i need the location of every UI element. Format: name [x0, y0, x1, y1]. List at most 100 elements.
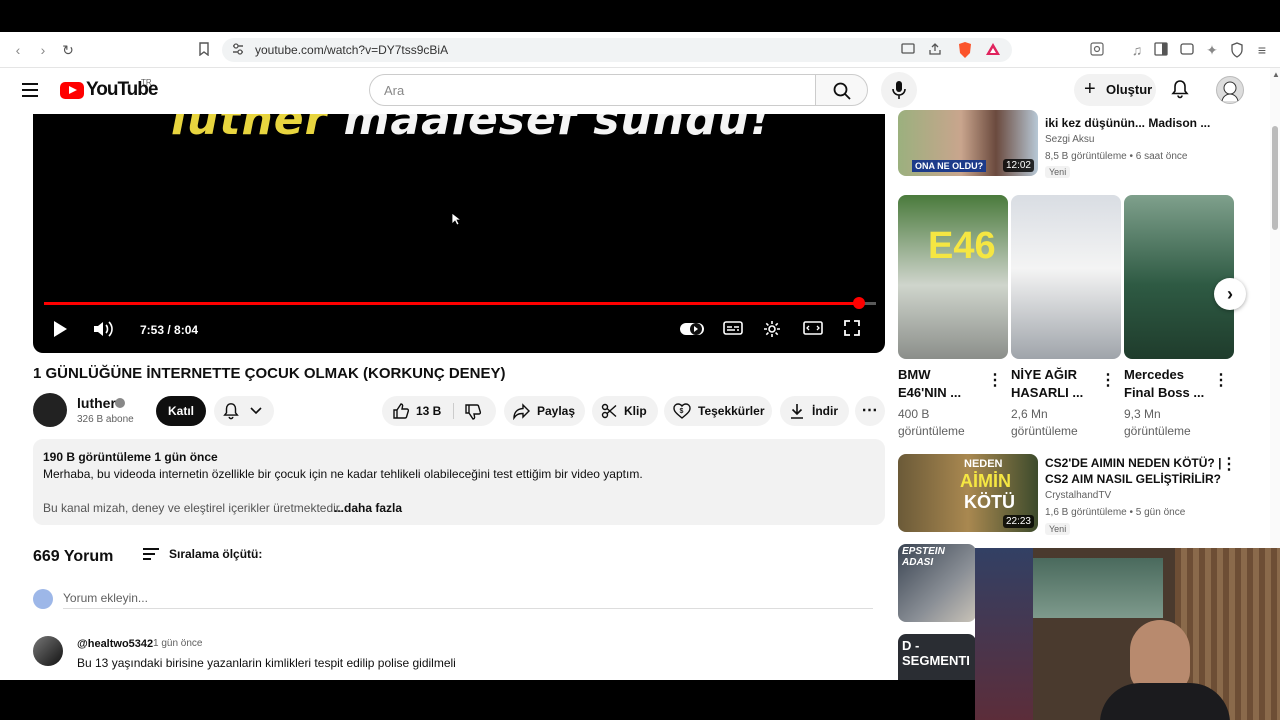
brave-rewards-icon[interactable]	[985, 42, 1001, 58]
add-comment-input[interactable]: Yorum ekleyin...	[63, 591, 148, 605]
reload-icon[interactable]: ↻	[60, 42, 76, 58]
short-views-1a: 400 B	[898, 407, 930, 421]
site-settings-icon[interactable]	[230, 42, 246, 58]
browser-toolbar: ‹ › ↻ youtube.com/watch?v=DY7tss9cBiA ♫ …	[0, 32, 1280, 68]
voice-search-button[interactable]	[881, 72, 917, 108]
new-badge: Yeni	[1045, 166, 1071, 178]
thumbnail-text-3: KÖTÜ	[964, 492, 1015, 512]
comment-avatar[interactable]	[33, 636, 63, 666]
chevron-down-icon	[250, 407, 262, 415]
download-label: İndir	[812, 404, 838, 418]
search-input[interactable]: Ara	[369, 74, 816, 106]
share-icon[interactable]	[927, 42, 943, 58]
comment-time[interactable]: 1 gün önce	[153, 638, 203, 649]
vpn-icon[interactable]	[1229, 42, 1245, 58]
short-thumbnail-2[interactable]	[1011, 195, 1121, 359]
channel-name[interactable]: luther	[77, 395, 116, 411]
short-views-2b: görüntüleme	[1011, 424, 1078, 438]
thanks-button[interactable]: $ Teşekkürler	[664, 396, 772, 426]
channel-avatar[interactable]	[33, 393, 67, 427]
description-box[interactable]: 190 B görüntüleme 1 gün önce Merhaba, bu…	[33, 439, 885, 525]
tab-search-icon[interactable]	[1089, 42, 1105, 58]
sort-icon[interactable]	[143, 548, 159, 562]
clip-label: Klip	[624, 404, 647, 418]
short-title-3a[interactable]: Mercedes	[1124, 366, 1220, 384]
mouse-cursor-icon	[451, 212, 461, 226]
bookmark-icon[interactable]	[196, 42, 212, 58]
short-title-1a[interactable]: BMW	[898, 366, 994, 384]
clip-button[interactable]: Klip	[592, 396, 658, 426]
video-thumbnail-4[interactable]: D - SEGMENTI	[898, 634, 976, 680]
video-thumbnail-2[interactable]: NEDEN AİMİN KÖTÜ 22:23	[898, 454, 1038, 532]
thumbnail-caption: D - SEGMENTI	[902, 638, 970, 668]
video-time: 7:53 / 8:04	[140, 323, 199, 337]
leo-icon[interactable]: ✦	[1204, 42, 1220, 58]
address-bar[interactable]: youtube.com/watch?v=DY7tss9cBiA	[222, 38, 1012, 62]
short-views-3a: 9,3 Mn	[1124, 407, 1161, 421]
back-icon[interactable]: ‹	[10, 42, 26, 58]
video-thumbnail-3[interactable]: EPSTEIN ADASI	[898, 544, 976, 622]
create-button[interactable]: + Oluştur	[1074, 74, 1156, 106]
dislike-icon[interactable]	[464, 403, 482, 421]
video-player[interactable]: luther maalesef sundu! 7:53 / 8:04	[33, 114, 885, 353]
shelf-next-button[interactable]: ›	[1214, 278, 1246, 310]
more-horizontal-icon: ⋯	[861, 402, 879, 419]
menu-icon[interactable]: ≡	[1254, 42, 1270, 58]
scroll-up-arrow-icon[interactable]: ▲	[1272, 70, 1280, 79]
search-button[interactable]	[815, 74, 868, 106]
comment-username[interactable]: @healtwo5342	[77, 638, 153, 650]
create-label: Oluştur	[1106, 82, 1153, 97]
more-vertical-icon[interactable]: ⋮	[1213, 370, 1229, 390]
progress-scrubber[interactable]	[853, 297, 866, 309]
autoplay-toggle-icon[interactable]	[679, 321, 705, 337]
share-button[interactable]: Paylaş	[504, 396, 585, 426]
channel-name-1[interactable]: Sezgi Aksu	[1045, 133, 1094, 147]
svg-text:$: $	[680, 408, 684, 415]
microphone-icon	[892, 81, 906, 99]
notifications-bell-icon[interactable]	[1170, 79, 1190, 99]
show-more-link[interactable]: ...daha fazla	[334, 501, 402, 515]
short-title-3b[interactable]: Final Boss ...	[1124, 384, 1220, 402]
more-vertical-icon[interactable]: ⋮	[1100, 370, 1116, 390]
video-thumbnail-1[interactable]: ONA NE OLDU? 12:02	[898, 110, 1038, 176]
more-vertical-icon[interactable]: ⋮	[987, 370, 1003, 390]
sidebar-icon[interactable]	[1153, 42, 1169, 58]
hamburger-menu-icon[interactable]	[22, 83, 38, 97]
more-actions-button[interactable]: ⋯	[855, 396, 885, 426]
video-title-2a[interactable]: CS2'DE AIMIN NEDEN KÖTÜ? |	[1045, 455, 1221, 471]
youtube-logo-icon[interactable]	[60, 82, 84, 99]
captions-icon[interactable]	[723, 320, 743, 336]
short-thumbnail-3[interactable]	[1124, 195, 1234, 359]
video-title-1[interactable]: iki kez düşünün... Madison ...	[1045, 115, 1210, 131]
theater-mode-icon[interactable]	[803, 320, 823, 336]
progress-bar[interactable]	[44, 297, 876, 309]
forward-icon[interactable]: ›	[35, 42, 51, 58]
download-button[interactable]: İndir	[780, 396, 849, 426]
volume-icon[interactable]	[93, 320, 115, 338]
cast-icon[interactable]	[900, 42, 916, 58]
short-title-1b[interactable]: E46'NIN ...	[898, 384, 994, 402]
media-icon[interactable]: ♫	[1129, 42, 1145, 58]
video-frame-text: luther maalesef sundu!	[171, 114, 772, 145]
scrollbar-thumb[interactable]	[1272, 126, 1278, 230]
youtube-header: YouTube TR Ara + Oluştur	[0, 68, 1280, 114]
sort-label[interactable]: Sıralama ölçütü:	[169, 547, 262, 561]
short-title-2b[interactable]: HASARLI ...	[1011, 384, 1107, 402]
user-avatar[interactable]	[1216, 76, 1244, 104]
short-thumbnail-1[interactable]: E46	[898, 195, 1008, 359]
join-button[interactable]: Katıl	[156, 396, 206, 426]
settings-gear-icon[interactable]	[763, 320, 781, 338]
subscription-bell-button[interactable]	[214, 396, 274, 426]
play-icon[interactable]	[52, 320, 68, 338]
more-vertical-icon[interactable]: ⋮	[1221, 454, 1237, 474]
like-count[interactable]: 13 B	[416, 396, 441, 426]
fullscreen-icon[interactable]	[844, 320, 860, 336]
new-badge: Yeni	[1045, 523, 1071, 535]
short-title-2a[interactable]: NİYE AĞIR	[1011, 366, 1107, 384]
channel-name-2[interactable]: CrystalhandTV	[1045, 489, 1111, 503]
like-icon[interactable]	[392, 402, 410, 420]
thumbnail-caption: ONA NE OLDU?	[912, 160, 987, 172]
wallet-icon[interactable]	[1179, 42, 1195, 58]
brave-shield-icon[interactable]	[957, 41, 973, 58]
video-title-2b[interactable]: CS2 AIM NASIL GELİŞTİRİLİR?	[1045, 471, 1221, 487]
